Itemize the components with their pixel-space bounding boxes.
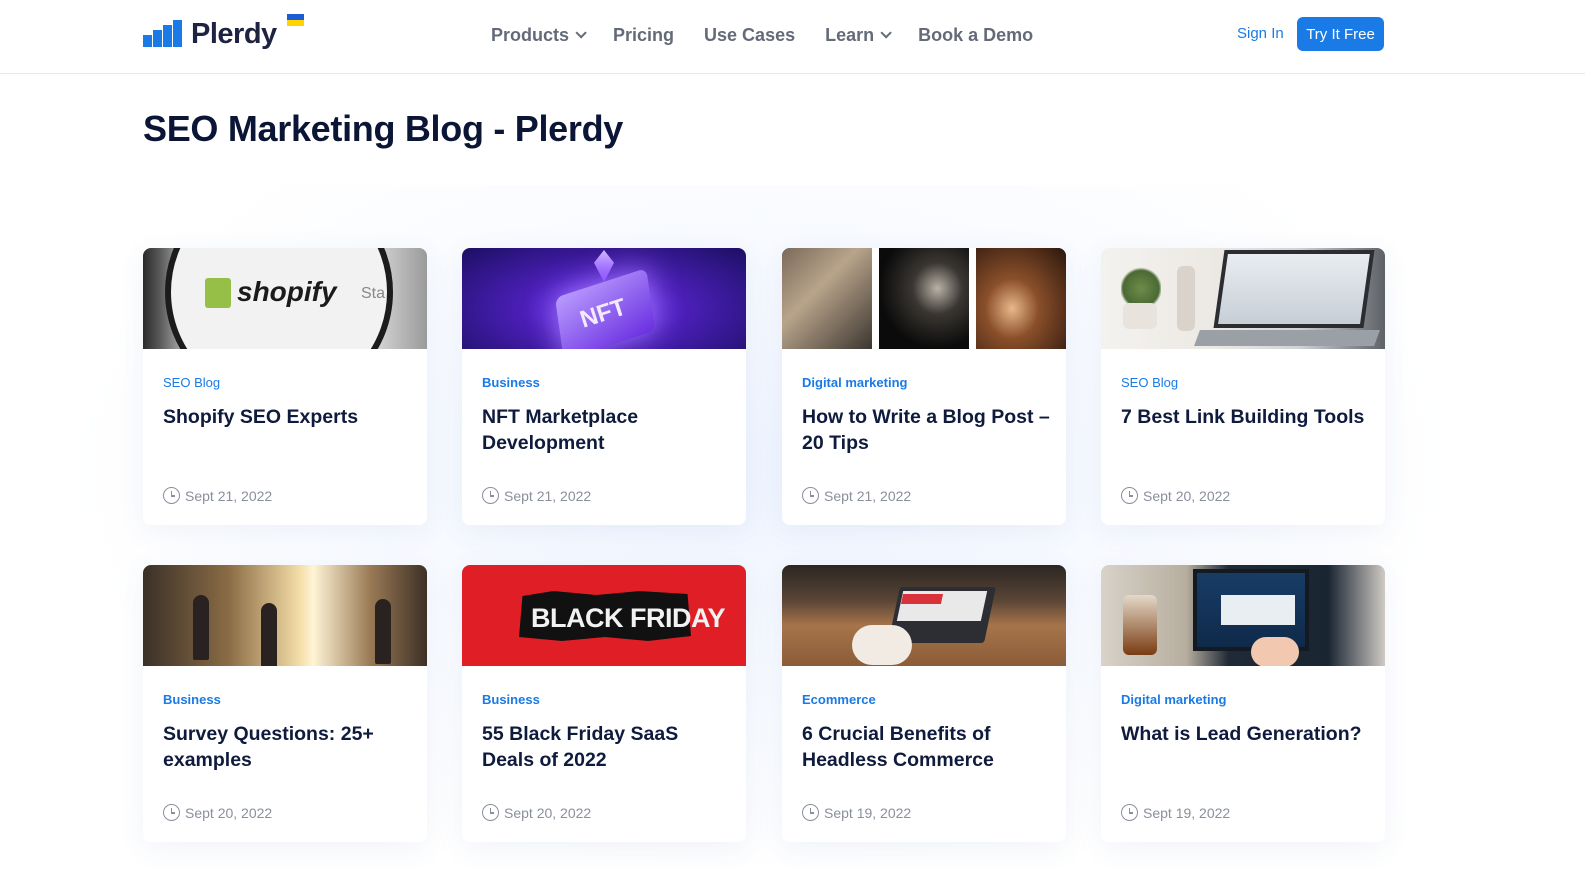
post-date-text: Sept 19, 2022 [1143, 804, 1231, 821]
post-card-link-building-tools[interactable]: SEO Blog 7 Best Link Building Tools Sept… [1101, 248, 1385, 525]
post-date: Sept 20, 2022 [163, 804, 272, 821]
main-nav: Products Pricing Use Cases Learn Book a … [491, 22, 1063, 48]
post-thumbnail [1101, 248, 1385, 349]
post-date: Sept 20, 2022 [482, 804, 591, 821]
photo-panel [782, 248, 872, 349]
post-card-nft-marketplace[interactable]: NFT Business NFT Marketplace Development… [462, 248, 746, 525]
thumbnail-text: Sta [361, 285, 386, 302]
hand-image [852, 625, 912, 665]
post-category[interactable]: Digital marketing [802, 375, 907, 390]
hand-image [1251, 637, 1299, 666]
post-card-black-friday-deals[interactable]: BLACK FRIDAY Business 55 Black Friday Sa… [462, 565, 746, 842]
plerdy-logo[interactable]: Plerdy [143, 14, 304, 52]
post-card-lead-generation[interactable]: Digital marketing What is Lead Generatio… [1101, 565, 1385, 842]
post-date: Sept 21, 2022 [802, 487, 911, 504]
post-thumbnail [143, 565, 427, 666]
post-category[interactable]: SEO Blog [1121, 375, 1178, 390]
nav-use-cases-label: Use Cases [704, 24, 796, 45]
post-date-text: Sept 19, 2022 [824, 804, 912, 821]
post-category[interactable]: SEO Blog [163, 375, 220, 390]
post-title[interactable]: What is Lead Generation? [1121, 721, 1371, 747]
nav-learn[interactable]: Learn [825, 24, 892, 46]
post-category[interactable]: Business [163, 692, 221, 707]
chevron-down-icon [880, 27, 892, 39]
clock-icon [482, 487, 499, 504]
shopify-wordmark: shopify [237, 276, 337, 307]
nav-use-cases[interactable]: Use Cases [704, 25, 795, 46]
post-card-shopify-seo-experts[interactable]: shopify Sta SEO Blog Shopify SEO Experts… [143, 248, 427, 525]
clock-icon [163, 487, 180, 504]
post-title[interactable]: 6 Crucial Benefits of Headless Commerce [802, 721, 1052, 773]
jar-image [1123, 595, 1157, 655]
post-thumbnail [782, 248, 1066, 349]
post-card-blog-post-tips[interactable]: Digital marketing How to Write a Blog Po… [782, 248, 1066, 525]
ukraine-flag-icon [287, 14, 304, 26]
nav-book-demo-label: Book a Demo [918, 24, 1034, 45]
page-title: SEO Marketing Blog - Plerdy [143, 108, 623, 149]
post-date: Sept 19, 2022 [1121, 804, 1230, 821]
plant-pot [1123, 303, 1157, 329]
post-card-survey-questions[interactable]: Business Survey Questions: 25+ examples … [143, 565, 427, 842]
post-category[interactable]: Ecommerce [802, 692, 876, 707]
nav-pricing-label: Pricing [613, 24, 675, 45]
person-silhouette [375, 599, 391, 664]
post-title[interactable]: 7 Best Link Building Tools [1121, 404, 1371, 430]
nav-products[interactable]: Products [491, 24, 587, 46]
photo-panel [879, 248, 969, 349]
post-thumbnail: NFT [462, 248, 746, 349]
post-thumbnail: BLACK FRIDAY [462, 565, 746, 666]
post-date-text: Sept 20, 2022 [504, 804, 592, 821]
bottle-image [1177, 266, 1195, 331]
post-title[interactable]: 55 Black Friday SaaS Deals of 2022 [482, 721, 732, 773]
post-date-text: Sept 21, 2022 [824, 487, 912, 504]
post-category[interactable]: Digital marketing [1121, 692, 1226, 707]
post-title[interactable]: Shopify SEO Experts [163, 404, 413, 430]
black-friday-text: BLACK FRIDAY [531, 603, 726, 633]
site-header: Plerdy Products Pricing Use Cases Learn … [0, 0, 1585, 74]
nav-pricing[interactable]: Pricing [613, 25, 674, 46]
try-it-free-button[interactable]: Try It Free [1297, 17, 1384, 51]
post-date: Sept 20, 2022 [1121, 487, 1230, 504]
post-category[interactable]: Business [482, 375, 540, 390]
logo-text: Plerdy [191, 17, 277, 50]
clock-icon [802, 804, 819, 821]
post-thumbnail: shopify Sta [143, 248, 427, 349]
post-date-text: Sept 20, 2022 [185, 804, 273, 821]
post-title[interactable]: NFT Marketplace Development [482, 404, 732, 456]
nav-book-demo[interactable]: Book a Demo [918, 25, 1033, 46]
post-thumbnail [1101, 565, 1385, 666]
post-date: Sept 21, 2022 [163, 487, 272, 504]
chevron-down-icon [575, 27, 587, 39]
post-category[interactable]: Business [482, 692, 540, 707]
post-date: Sept 19, 2022 [802, 804, 911, 821]
sign-in-link[interactable]: Sign In [1237, 25, 1284, 42]
post-date-text: Sept 20, 2022 [1143, 487, 1231, 504]
laptop-screen-banner [900, 594, 944, 604]
nav-products-label: Products [491, 24, 570, 45]
clock-icon [482, 804, 499, 821]
crystal-gem-icon [594, 250, 614, 282]
post-date: Sept 21, 2022 [482, 487, 591, 504]
person-silhouette [193, 595, 209, 660]
laptop-screen [1213, 250, 1375, 328]
clock-icon [1121, 804, 1138, 821]
clock-icon [163, 804, 180, 821]
post-title[interactable]: How to Write a Blog Post – 20 Tips [802, 404, 1052, 456]
shopify-bag-icon [205, 278, 231, 308]
post-card-headless-commerce[interactable]: Ecommerce 6 Crucial Benefits of Headless… [782, 565, 1066, 842]
post-date-text: Sept 21, 2022 [185, 487, 273, 504]
nav-learn-label: Learn [825, 24, 875, 45]
photo-panel [976, 248, 1066, 349]
logo-bars-icon [143, 20, 182, 47]
laptop-base [1194, 330, 1380, 346]
clock-icon [1121, 487, 1138, 504]
clock-icon [802, 487, 819, 504]
person-silhouette [261, 603, 277, 666]
post-title[interactable]: Survey Questions: 25+ examples [163, 721, 413, 773]
post-thumbnail [782, 565, 1066, 666]
post-date-text: Sept 21, 2022 [504, 487, 592, 504]
screen-panel [1221, 595, 1295, 625]
